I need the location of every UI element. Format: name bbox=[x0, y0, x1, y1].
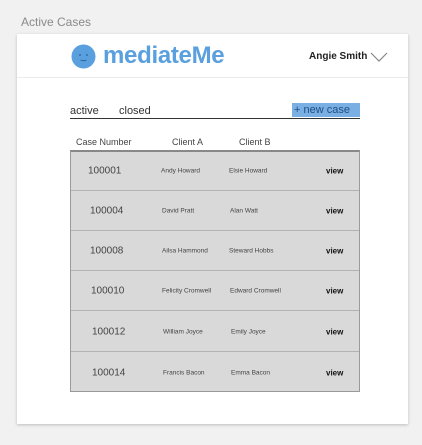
smiley-logo-icon bbox=[71, 44, 96, 69]
client-b-name: Emily Joyce bbox=[231, 328, 266, 336]
column-header-client-a: Client A bbox=[172, 137, 204, 147]
case-number: 100012 bbox=[92, 326, 126, 338]
client-b-name: Alan Watt bbox=[230, 207, 258, 215]
view-link[interactable]: view bbox=[326, 207, 343, 216]
case-number: 100010 bbox=[91, 285, 125, 297]
client-a-name: William Joyce bbox=[163, 328, 203, 336]
client-a-name: Felicity Cromwell bbox=[162, 287, 212, 295]
table-row: 100012 William Joyce Emily Joyce view bbox=[71, 313, 359, 352]
client-b-name: Emma Bacon bbox=[231, 369, 271, 376]
client-a-name: Andy Howard bbox=[161, 167, 201, 175]
client-b-name: Elsie Howard bbox=[229, 167, 268, 175]
case-tabs: active closed + new case bbox=[70, 102, 360, 119]
table-row: 100001 Andy Howard Elsie Howard view bbox=[71, 152, 359, 191]
table-row: 100010 Felicity Cromwell Edward Cromwell… bbox=[71, 272, 359, 311]
table-row: 100014 Francis Bacon Emma Bacon view bbox=[71, 353, 359, 392]
cases-table: 100001 Andy Howard Elsie Howard view 100… bbox=[70, 150, 360, 392]
tab-active[interactable]: active bbox=[70, 105, 99, 117]
view-link[interactable]: view bbox=[326, 247, 343, 256]
view-link[interactable]: view bbox=[326, 368, 343, 377]
user-name[interactable]: Angie Smith bbox=[309, 51, 367, 62]
client-b-name: Edward Cromwell bbox=[230, 287, 281, 295]
table-row: 100008 Ailsa Hammond Steward Hobbs view bbox=[71, 232, 359, 271]
column-header-client-b: Client B bbox=[239, 137, 271, 147]
client-a-name: David Pratt bbox=[162, 207, 195, 215]
view-link[interactable]: view bbox=[326, 167, 343, 176]
new-case-button[interactable]: + new case bbox=[292, 103, 360, 117]
chevron-down-icon[interactable] bbox=[370, 52, 388, 62]
client-a-name: Francis Bacon bbox=[163, 369, 205, 376]
case-number: 100001 bbox=[88, 165, 122, 177]
brand-name: mediateMe bbox=[103, 42, 225, 69]
tab-closed[interactable]: closed bbox=[119, 105, 151, 117]
table-row: 100004 David Pratt Alan Watt view bbox=[71, 192, 359, 231]
client-b-name: Steward Hobbs bbox=[229, 247, 274, 255]
case-number: 100004 bbox=[90, 205, 124, 217]
column-header-case-number: Case Number bbox=[76, 137, 132, 147]
view-link[interactable]: view bbox=[326, 287, 343, 296]
cases-panel: mediateMe Angie Smith active closed + ne… bbox=[17, 34, 408, 424]
page-caption: Active Cases bbox=[21, 15, 92, 29]
client-a-name: Ailsa Hammond bbox=[162, 247, 208, 255]
app-header: mediateMe Angie Smith bbox=[17, 34, 408, 78]
case-number: 100014 bbox=[92, 367, 126, 378]
case-number: 100008 bbox=[90, 245, 124, 257]
view-link[interactable]: view bbox=[326, 328, 343, 337]
